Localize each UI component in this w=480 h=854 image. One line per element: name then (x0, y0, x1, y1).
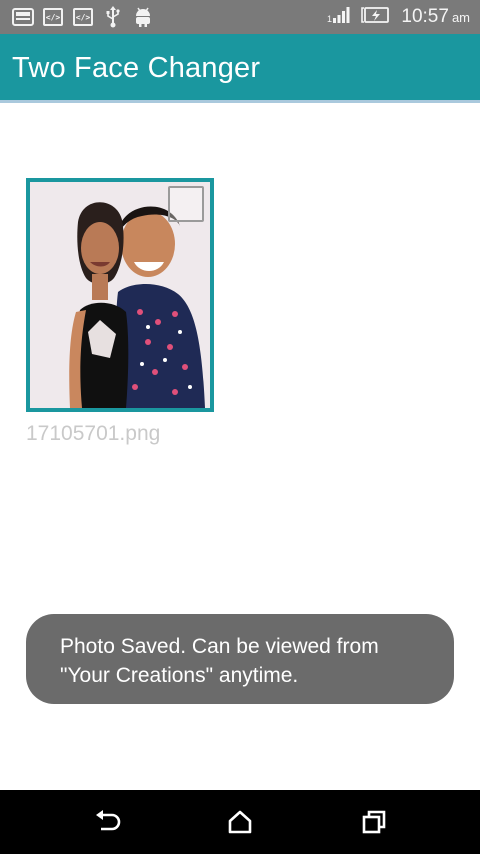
app-title: Two Face Changer (12, 52, 261, 84)
back-icon[interactable] (92, 806, 124, 838)
recents-icon[interactable] (358, 806, 390, 838)
code-icon: </> (72, 7, 94, 27)
svg-text:1: 1 (327, 14, 332, 24)
clock-time: 10:57 (401, 6, 449, 27)
app-bar: Two Face Changer (0, 34, 480, 100)
clock-ampm: am (451, 10, 470, 25)
screen: </> </> 1 10:57 am Two Face Changer 1710… (0, 0, 480, 854)
status-bar: </> </> 1 10:57 am (0, 0, 480, 34)
usb-icon (102, 6, 124, 28)
toast-line-1: Photo Saved. Can be viewed from (60, 635, 379, 658)
select-checkbox[interactable] (168, 186, 204, 222)
file-name-label: 17105701.png (26, 422, 161, 445)
navigation-bar (0, 790, 480, 854)
app-bar-divider (0, 100, 480, 103)
code-icon: </> (42, 7, 64, 27)
toast-message: Photo Saved. Can be viewed from "Your Cr… (26, 614, 454, 704)
toast-line-2: "Your Creations" anytime. (60, 664, 299, 687)
notification-icon (12, 7, 34, 27)
battery-charging-icon (361, 6, 391, 29)
android-icon (132, 7, 154, 27)
signal-icon: 1 (327, 6, 351, 29)
home-icon[interactable] (224, 806, 256, 838)
